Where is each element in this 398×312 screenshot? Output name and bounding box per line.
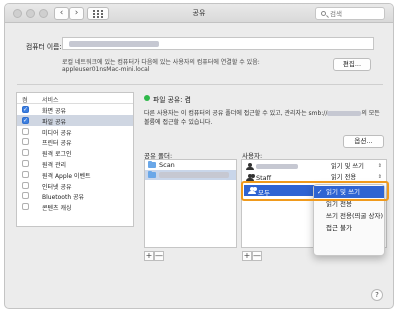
menu-item-write-only[interactable]: 쓰기 전용(띄굴 상자) (314, 210, 384, 222)
title-bar: ‹ › 공유 (5, 4, 393, 23)
service-row[interactable]: 콘텐츠 캐싱 (17, 201, 133, 212)
folder-icon (148, 161, 156, 168)
services-list[interactable]: 켬 서비스 ✓ 화면 공유 ✓ 파일 공유미디어 공유프린터 공유원격 로그인원격 관… (16, 92, 134, 227)
file-sharing-status: 파일 공유: 켬 (153, 96, 191, 104)
folder-name: Scan (159, 161, 175, 169)
local-hostname: appleuser01nsMac-mini.local (62, 66, 150, 73)
service-label: 미디어 공유 (42, 129, 72, 137)
service-label: 원격 Apple 이벤트 (42, 172, 91, 180)
service-label: 화면 공유 (42, 108, 66, 115)
redacted-computer-name (69, 41, 159, 47)
help-button[interactable]: ? (371, 289, 383, 301)
status-description-line2: 볼륨에 접근할 수 있습니다. (144, 119, 213, 126)
search-input[interactable] (330, 9, 382, 18)
service-checkbox[interactable] (22, 203, 29, 211)
add-user-button[interactable]: + (242, 251, 252, 261)
service-row[interactable]: 프린터 공유 (17, 136, 133, 147)
status-description-line1: 다른 사용자는 이 컴퓨터의 공유 폴더에 접근할 수 있고, 관리자는 smb… (144, 110, 380, 117)
service-row[interactable]: ✓ 파일 공유 (17, 114, 133, 126)
search-icon (321, 11, 326, 16)
services-list-header: 켬 서비스 (17, 93, 133, 104)
folder-icon (148, 171, 156, 178)
service-column-header: 서비스 (42, 97, 59, 104)
user-row[interactable]: 읽기 및 쓰기 ⇕ (242, 161, 386, 172)
service-label: 인터넷 공유 (42, 183, 72, 191)
redacted-folder-name (159, 172, 229, 178)
service-checkbox[interactable] (22, 159, 29, 167)
sharing-window: ‹ › 공유 컴퓨터 이름: 로컬 네트워크에 있는 컴퓨터가 다음에 있는 사… (4, 3, 394, 309)
service-label: 프린터 공유 (42, 140, 72, 148)
on-column-header: 켬 (22, 97, 28, 104)
service-checkbox[interactable] (22, 181, 29, 189)
shared-folders-list[interactable]: Scan (144, 159, 237, 248)
options-button[interactable]: 옵션... (343, 135, 384, 148)
redacted-address (327, 111, 362, 116)
folder-row[interactable] (145, 170, 236, 180)
service-label: 콘텐츠 캐싱 (42, 205, 72, 213)
service-checkbox[interactable] (22, 138, 29, 146)
computer-name-field[interactable] (62, 37, 374, 50)
service-label: 파일 공유 (42, 118, 66, 126)
service-checkbox[interactable]: ✓ (22, 116, 29, 124)
service-checkbox[interactable] (22, 127, 29, 135)
computer-name-label: 컴퓨터 이름: (26, 43, 62, 51)
status-indicator (144, 95, 150, 101)
highlight-box (241, 181, 389, 201)
remove-folder-button[interactable]: — (154, 251, 164, 261)
service-row[interactable]: 원격 로그인 (17, 147, 133, 158)
service-row[interactable]: 인터넷 공유 (17, 180, 133, 191)
computer-name-description: 로컬 네트워크에 있는 컴퓨터가 다음에 있는 사용자의 컴퓨터에 연결할 수 … (62, 59, 260, 66)
service-checkbox[interactable] (22, 149, 29, 157)
service-label: 원격 로그인 (42, 151, 72, 159)
permission-popup[interactable]: 읽기 및 쓰기 ⇕ (328, 162, 384, 171)
service-checkbox[interactable]: ✓ (22, 106, 29, 113)
folder-row[interactable]: Scan (145, 160, 236, 170)
edit-button[interactable]: 편집... (333, 58, 371, 71)
service-row[interactable]: 원격 Apple 이벤트 (17, 169, 133, 180)
search-field[interactable] (315, 7, 385, 20)
service-label: 원격 관리 (42, 161, 66, 169)
service-row[interactable]: ✓ 화면 공유 (17, 104, 133, 115)
redacted-user-name (256, 164, 298, 169)
service-checkbox[interactable] (22, 170, 29, 178)
service-row[interactable]: 미디어 공유 (17, 126, 133, 137)
section-divider (17, 84, 383, 85)
user-icon (246, 163, 254, 170)
service-label: Bluetooth 공유 (42, 194, 85, 202)
menu-item-no-access[interactable]: 접근 불가 (314, 222, 384, 234)
add-folder-button[interactable]: + (144, 251, 154, 261)
group-icon (246, 174, 254, 181)
service-checkbox[interactable] (22, 192, 29, 200)
updown-arrows-icon: ⇕ (377, 163, 382, 169)
service-row[interactable]: Bluetooth 공유 (17, 190, 133, 201)
service-row[interactable]: 원격 관리 (17, 158, 133, 169)
remove-user-button[interactable]: — (252, 251, 262, 261)
